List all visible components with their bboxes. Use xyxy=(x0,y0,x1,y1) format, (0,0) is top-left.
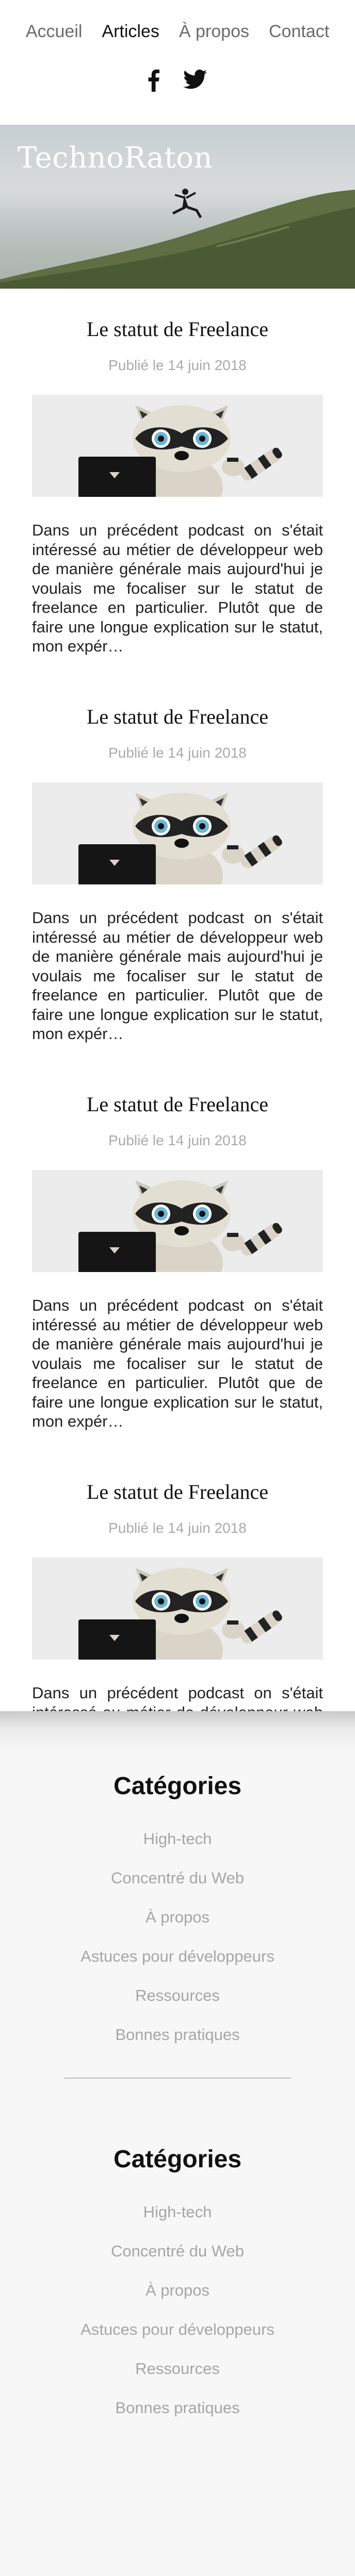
sidebar-divider xyxy=(64,2078,291,2079)
post-excerpt: Dans un précédent podcast on s'était int… xyxy=(32,521,323,655)
nav-link-accueil[interactable]: Accueil xyxy=(26,22,83,42)
post-title[interactable]: Le statut de Freelance xyxy=(0,1480,355,1504)
post-title[interactable]: Le statut de Freelance xyxy=(0,1092,355,1116)
post-date: Publié le 14 juin 2018 xyxy=(108,745,247,761)
post-date: Publié le 14 juin 2018 xyxy=(108,357,247,373)
category-link[interactable]: Concentré du Web xyxy=(0,1869,355,1887)
post-title[interactable]: Le statut de Freelance xyxy=(0,317,355,341)
social-links xyxy=(0,69,355,92)
category-link[interactable]: High-tech xyxy=(0,2203,355,2221)
category-link[interactable]: À propos xyxy=(0,2281,355,2300)
hero-banner: TechnoRaton xyxy=(0,125,355,289)
raccoon-illustration xyxy=(32,782,323,884)
category-link[interactable]: Ressources xyxy=(0,1986,355,2005)
raccoon-illustration xyxy=(32,1558,323,1660)
post-excerpt: Dans un précédent podcast on s'était int… xyxy=(32,909,323,1043)
nav-link-articles[interactable]: Articles xyxy=(102,22,159,42)
nav-link-a-propos[interactable]: À propos xyxy=(179,22,249,42)
category-link[interactable]: Concentré du Web xyxy=(0,2242,355,2261)
post-thumbnail[interactable] xyxy=(32,1170,323,1272)
category-link[interactable]: Ressources xyxy=(0,2360,355,2378)
post-title[interactable]: Le statut de Freelance xyxy=(0,705,355,729)
post-card: Le statut de Freelance Publié le 14 juin… xyxy=(0,676,355,1064)
category-link[interactable]: À propos xyxy=(0,1908,355,1927)
nav-link-contact[interactable]: Contact xyxy=(269,22,329,42)
sidebar-shadow xyxy=(0,1711,355,1752)
category-link[interactable]: Bonnes pratiques xyxy=(0,2026,355,2044)
post-date: Publié le 14 juin 2018 xyxy=(108,1520,247,1536)
post-card: Le statut de Freelance Publié le 14 juin… xyxy=(0,1064,355,1451)
category-link[interactable]: Astuces pour développeurs xyxy=(0,1947,355,1966)
categories-heading: Catégories xyxy=(113,2146,242,2173)
category-link[interactable]: Astuces pour développeurs xyxy=(0,2320,355,2339)
facebook-icon[interactable] xyxy=(148,69,159,92)
sidebar: Catégories High-tech Concentré du Web À … xyxy=(0,1711,355,2576)
post-thumbnail[interactable] xyxy=(32,1558,323,1660)
categories-heading: Catégories xyxy=(113,1772,242,1800)
post-excerpt: Dans un précédent podcast on s'était int… xyxy=(32,1296,323,1430)
top-navigation: Accueil Articles À propos Contact xyxy=(0,0,355,66)
category-link[interactable]: Bonnes pratiques xyxy=(0,2399,355,2417)
site-title[interactable]: TechnoRaton xyxy=(18,141,213,175)
raccoon-illustration xyxy=(32,395,323,497)
post-thumbnail[interactable] xyxy=(32,782,323,884)
nav-links: Accueil Articles À propos Contact xyxy=(0,22,355,42)
post-thumbnail[interactable] xyxy=(32,395,323,497)
post-date: Publié le 14 juin 2018 xyxy=(108,1132,247,1148)
twitter-icon[interactable] xyxy=(183,69,207,92)
category-link[interactable]: High-tech xyxy=(0,1830,355,1848)
raccoon-illustration xyxy=(32,1170,323,1272)
post-card: Le statut de Freelance Publié le 14 juin… xyxy=(0,289,355,676)
